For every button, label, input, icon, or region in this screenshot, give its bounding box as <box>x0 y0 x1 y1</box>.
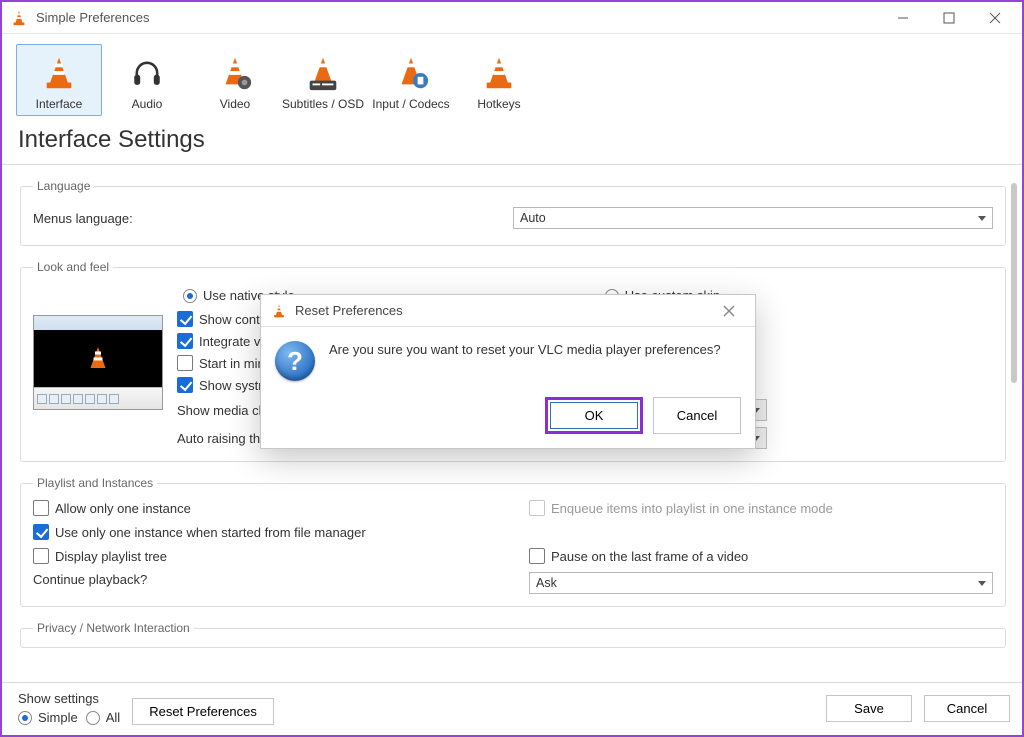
category-audio[interactable]: Audio <box>104 44 190 116</box>
ok-highlight: OK <box>545 397 643 434</box>
category-label: Interface <box>36 97 83 111</box>
check-pause-last-frame[interactable]: Pause on the last frame of a video <box>529 548 993 564</box>
radio-all[interactable]: All <box>86 710 120 725</box>
menus-language-label: Menus language: <box>33 211 513 226</box>
group-legend: Privacy / Network Interaction <box>33 621 194 635</box>
check-file-manager[interactable]: Use only one instance when started from … <box>33 524 993 540</box>
preferences-window: Simple Preferences Interface Audio Video… <box>0 0 1024 737</box>
group-legend: Look and feel <box>33 260 113 274</box>
group-legend: Playlist and Instances <box>33 476 157 490</box>
headphones-icon <box>127 53 167 93</box>
save-button[interactable]: Save <box>826 695 912 722</box>
vlc-cone-icon <box>10 9 28 27</box>
radio-label: All <box>106 710 120 725</box>
vlc-cone-icon <box>271 303 287 319</box>
category-interface[interactable]: Interface <box>16 44 102 116</box>
group-legend: Language <box>33 179 94 193</box>
radio-simple[interactable]: Simple <box>18 710 78 725</box>
category-label: Input / Codecs <box>372 97 449 111</box>
dialog-close-button[interactable] <box>709 296 749 326</box>
category-label: Video <box>220 97 250 111</box>
video-reel-icon <box>215 53 255 93</box>
check-label: Pause on the last frame of a video <box>551 549 748 564</box>
dialog-ok-button[interactable]: OK <box>550 402 638 429</box>
category-codecs[interactable]: Input / Codecs <box>368 44 454 116</box>
category-label: Subtitles / OSD <box>282 97 364 111</box>
reset-dialog: Reset Preferences ? Are you sure you wan… <box>260 294 756 449</box>
window-title: Simple Preferences <box>36 10 149 25</box>
dialog-cancel-button[interactable]: Cancel <box>653 397 741 434</box>
chevron-down-icon <box>978 216 986 221</box>
bottom-bar: Show settings Simple All Reset Preferenc… <box>2 682 1022 735</box>
check-label: Integrate vi <box>199 334 263 349</box>
vlc-cone-icon <box>39 53 79 93</box>
check-label: Show systr <box>199 378 263 393</box>
cancel-button[interactable]: Cancel <box>924 695 1010 722</box>
chevron-down-icon <box>978 581 986 586</box>
check-label: Allow only one instance <box>55 501 191 516</box>
titlebar: Simple Preferences <box>2 2 1022 34</box>
reset-preferences-button[interactable]: Reset Preferences <box>132 698 274 725</box>
category-bar: Interface Audio Video Subtitles / OSD In… <box>2 34 1022 120</box>
subtitles-icon <box>303 53 343 93</box>
continue-playback-select[interactable]: Ask <box>529 572 993 594</box>
menus-language-select[interactable]: Auto <box>513 207 993 229</box>
dialog-message: Are you sure you want to reset your VLC … <box>329 341 721 381</box>
check-display-tree[interactable]: Display playlist tree <box>33 548 519 564</box>
group-playlist: Playlist and Instances Allow only one in… <box>20 476 1006 607</box>
codec-icon <box>391 53 431 93</box>
select-value: Auto <box>520 211 546 225</box>
continue-playback-label: Continue playback? <box>33 572 519 594</box>
hotkeys-icon <box>479 53 519 93</box>
check-label: Start in mir <box>199 356 262 371</box>
maximize-button[interactable] <box>926 3 972 33</box>
check-enqueue: Enqueue items into playlist in one insta… <box>529 500 993 516</box>
page-heading: Interface Settings <box>2 120 1022 165</box>
scrollbar-thumb[interactable] <box>1011 183 1017 383</box>
skin-preview <box>33 315 163 410</box>
check-label: Display playlist tree <box>55 549 167 564</box>
check-one-instance[interactable]: Allow only one instance <box>33 500 519 516</box>
show-settings-label: Show settings <box>18 691 120 706</box>
minimize-button[interactable] <box>880 3 926 33</box>
close-button[interactable] <box>972 3 1018 33</box>
category-label: Hotkeys <box>477 97 520 111</box>
check-label: Show contr <box>199 312 264 327</box>
group-privacy: Privacy / Network Interaction <box>20 621 1006 648</box>
category-hotkeys[interactable]: Hotkeys <box>456 44 542 116</box>
category-label: Audio <box>132 97 163 111</box>
radio-label: Simple <box>38 710 78 725</box>
check-label: Use only one instance when started from … <box>55 525 366 540</box>
question-icon: ? <box>275 341 315 381</box>
dialog-title: Reset Preferences <box>295 303 701 318</box>
group-language: Language Menus language: Auto <box>20 179 1006 246</box>
dialog-titlebar: Reset Preferences <box>261 295 755 327</box>
category-video[interactable]: Video <box>192 44 278 116</box>
category-subtitles[interactable]: Subtitles / OSD <box>280 44 366 116</box>
check-label: Enqueue items into playlist in one insta… <box>551 501 833 516</box>
select-value: Ask <box>536 576 557 590</box>
